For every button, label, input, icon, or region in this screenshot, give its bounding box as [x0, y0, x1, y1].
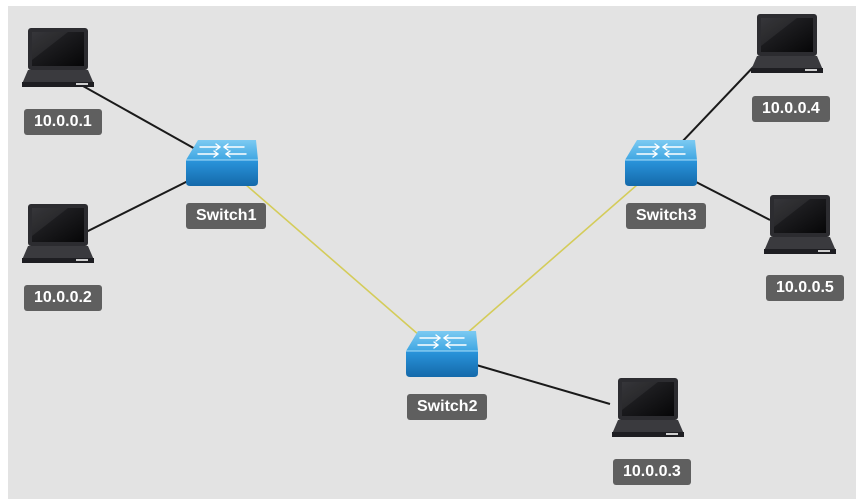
network-switch-icon[interactable]: [625, 140, 697, 186]
laptop-icon[interactable]: [764, 195, 836, 254]
network-switch-icon[interactable]: [186, 140, 258, 186]
laptop-icon[interactable]: [612, 378, 684, 437]
host-label-h2: 10.0.0.2: [24, 285, 102, 311]
network-switch-icon[interactable]: [406, 331, 478, 377]
topology-diagram: [22, 14, 836, 437]
link-s1-s2: [221, 163, 443, 356]
link-s2-s3: [441, 163, 662, 356]
switch-label-s3: Switch3: [626, 203, 707, 229]
laptop-icon[interactable]: [22, 28, 94, 87]
switch-label-s1: Switch1: [186, 203, 267, 229]
laptop-icon[interactable]: [751, 14, 823, 73]
host-label-h5: 10.0.0.5: [766, 275, 844, 301]
host-label-h1: 10.0.0.1: [24, 109, 102, 135]
laptop-icon[interactable]: [22, 204, 94, 263]
host-label-h3: 10.0.0.3: [613, 459, 691, 485]
host-label-h4: 10.0.0.4: [752, 96, 830, 122]
switch-label-s2: Switch2: [407, 394, 488, 420]
